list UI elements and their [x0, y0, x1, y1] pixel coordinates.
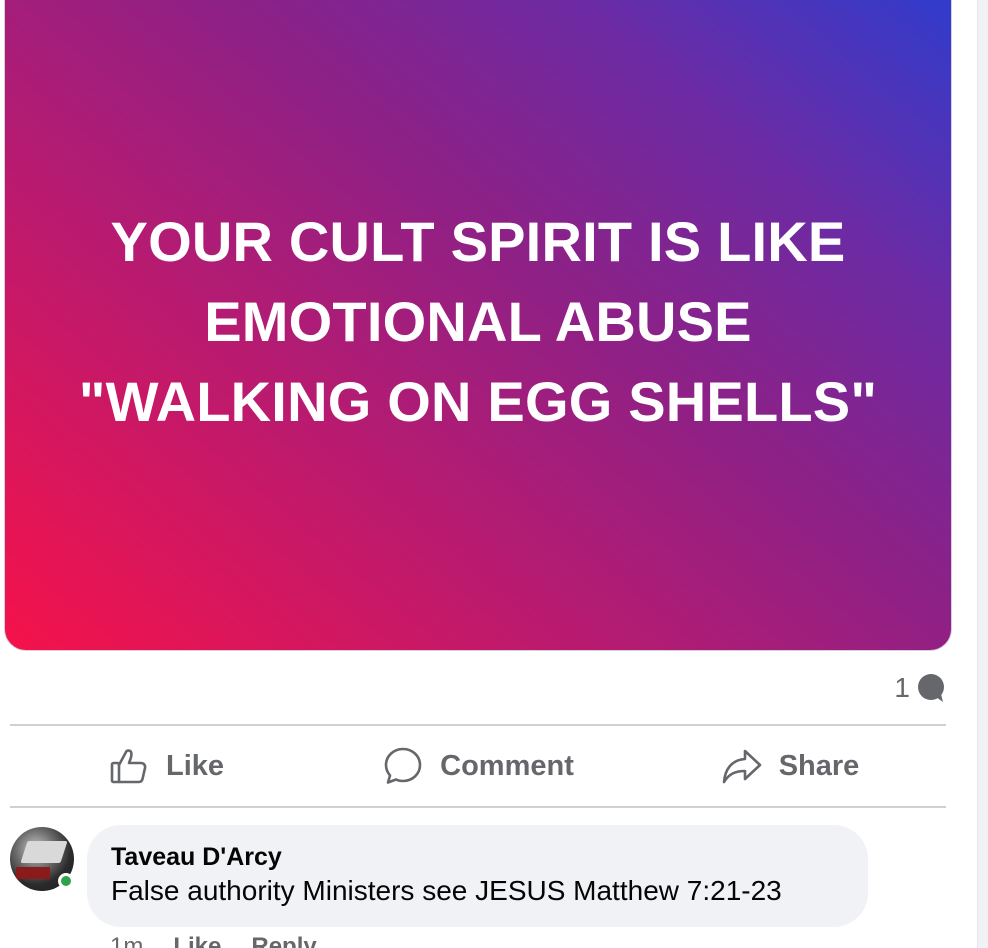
comment-time[interactable]: 1m [110, 933, 143, 948]
comment-reply-link[interactable]: Reply [251, 933, 316, 948]
divider-top [10, 724, 946, 726]
avatar-red-strip [16, 867, 50, 879]
post-actions: Like Comment Share [10, 727, 946, 805]
like-label: Like [165, 749, 225, 782]
post-text-line-1: YOUR CULT SPIRIT IS LIKE [110, 210, 846, 273]
post-text: YOUR CULT SPIRIT IS LIKE EMOTIONAL ABUSE… [79, 202, 877, 442]
comment-count-value: 1 [894, 672, 910, 703]
share-label: Share [778, 749, 860, 782]
online-status-icon [58, 873, 74, 889]
comment-count[interactable]: 1 [894, 672, 946, 704]
post-text-line-2: EMOTIONAL ABUSE [204, 290, 752, 353]
post-text-line-3: "WALKING ON EGG SHELLS" [78, 370, 878, 433]
comment-label: Comment [440, 749, 574, 782]
comment-meta: 1m Like Reply [110, 933, 317, 948]
share-button[interactable]: Share [634, 727, 946, 805]
comment-like-link[interactable]: Like [173, 933, 221, 948]
comment-text: False authority Ministers see JESUS Matt… [111, 875, 782, 906]
comment-author[interactable]: Taveau D'Arcy [111, 841, 844, 873]
share-arrow-icon [722, 749, 761, 784]
avatar-laptop-shape [20, 841, 68, 863]
commenter-avatar-wrap[interactable] [10, 827, 74, 891]
comment-button[interactable]: Comment [322, 727, 634, 805]
comment-bubble: Taveau D'Arcy False authority Ministers … [87, 825, 868, 927]
post-text-background[interactable]: YOUR CULT SPIRIT IS LIKE EMOTIONAL ABUSE… [4, 0, 952, 651]
comment-count-icon [918, 674, 944, 702]
speech-bubble-icon [384, 747, 422, 784]
divider-bottom [10, 806, 946, 808]
scroll-rail[interactable] [977, 0, 988, 948]
feed-page: YOUR CULT SPIRIT IS LIKE EMOTIONAL ABUSE… [0, 0, 988, 948]
thumbs-up-icon [110, 749, 147, 784]
like-button[interactable]: Like [10, 727, 322, 805]
